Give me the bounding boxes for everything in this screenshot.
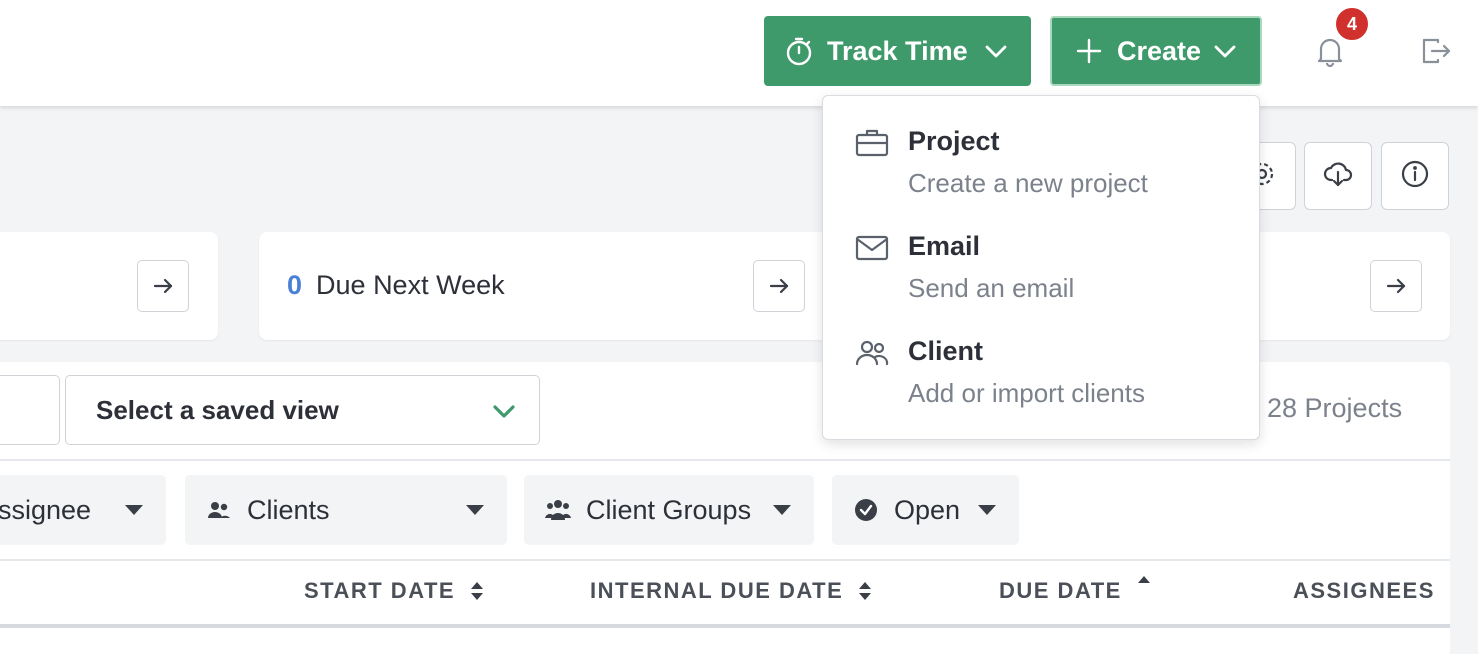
menu-item-project[interactable]: Project Create a new project <box>823 96 1259 198</box>
caret-down-icon <box>466 505 484 515</box>
logout-icon[interactable] <box>1420 36 1452 66</box>
users-icon <box>205 496 233 524</box>
filter-label: Clients <box>247 494 330 525</box>
menu-item-description: Add or import clients <box>908 378 1145 408</box>
menu-item-client[interactable]: Client Add or import clients <box>823 306 1259 408</box>
download-button[interactable] <box>1304 142 1372 210</box>
menu-item-description: Send an email <box>908 273 1075 303</box>
sort-icon <box>859 582 872 600</box>
track-time-button[interactable]: Track Time <box>764 16 1031 86</box>
chevron-down-icon <box>1212 38 1238 64</box>
info-button[interactable] <box>1381 142 1449 210</box>
card-label: 0 Due Next Week <box>287 270 505 301</box>
filter-status-open[interactable]: Open <box>832 475 1019 545</box>
column-header-start-date[interactable]: START DATE <box>304 578 485 604</box>
cloud-download-icon <box>1323 159 1353 194</box>
arrow-right-icon <box>153 278 173 294</box>
create-dropdown-menu: Project Create a new project Email Send … <box>822 95 1260 440</box>
saved-view-label: Select a saved view <box>96 394 339 425</box>
stopwatch-icon <box>784 36 814 66</box>
divider <box>0 459 1450 461</box>
chevron-down-icon <box>983 38 1009 64</box>
summary-card <box>0 232 218 340</box>
filter-assignee[interactable]: Assignee <box>0 475 166 545</box>
sort-icon <box>471 582 484 600</box>
saved-view-select[interactable]: Select a saved view <box>65 375 540 445</box>
caret-down-icon <box>773 505 791 515</box>
sort-ascending-icon <box>1137 576 1150 583</box>
card-arrow-button[interactable] <box>1370 260 1422 312</box>
card-title: Due Next Week <box>316 270 505 300</box>
column-header-due-date[interactable]: DUE DATE <box>999 576 1152 604</box>
caret-down-icon <box>978 505 996 515</box>
menu-item-title: Email <box>908 231 981 261</box>
info-icon <box>1400 159 1430 194</box>
create-button[interactable]: Create <box>1050 16 1262 86</box>
menu-item-description: Create a new project <box>908 168 1148 198</box>
filter-label: Client Groups <box>586 494 752 525</box>
chevron-down-icon <box>491 398 517 424</box>
filter-label: Open <box>894 494 961 525</box>
mail-icon <box>855 233 889 263</box>
filter-label: Assignee <box>0 494 92 525</box>
top-header: Track Time Create 4 <box>0 0 1478 106</box>
column-header-internal-due-date[interactable]: INTERNAL DUE DATE <box>590 578 873 604</box>
plus-icon <box>1074 36 1104 66</box>
check-circle-icon <box>852 496 880 524</box>
summary-card-due-next-week: 0 Due Next Week <box>259 232 829 340</box>
user-group-icon <box>544 496 572 524</box>
project-count: 28 Projects <box>1267 393 1403 423</box>
filter-client-groups[interactable]: Client Groups <box>524 475 814 545</box>
arrow-right-icon <box>769 278 789 294</box>
caret-down-icon <box>125 505 143 515</box>
card-arrow-button[interactable] <box>753 260 805 312</box>
card-count: 0 <box>287 270 303 300</box>
column-header-assignees[interactable]: ASSIGNEES <box>1293 578 1435 604</box>
menu-item-email[interactable]: Email Send an email <box>823 201 1259 303</box>
card-arrow-button[interactable] <box>137 260 189 312</box>
notification-badge: 4 <box>1334 6 1370 42</box>
table-header-border <box>0 624 1450 628</box>
filter-clients[interactable]: Clients <box>185 475 507 545</box>
divider <box>0 559 1450 561</box>
menu-item-title: Client <box>908 336 984 366</box>
menu-item-title: Project <box>908 126 1000 156</box>
create-label: Create <box>1117 35 1202 66</box>
briefcase-icon <box>855 128 889 158</box>
search-input[interactable] <box>0 375 60 445</box>
arrow-right-icon <box>1386 278 1406 294</box>
track-time-label: Track Time <box>827 35 968 66</box>
users-icon <box>855 338 889 368</box>
